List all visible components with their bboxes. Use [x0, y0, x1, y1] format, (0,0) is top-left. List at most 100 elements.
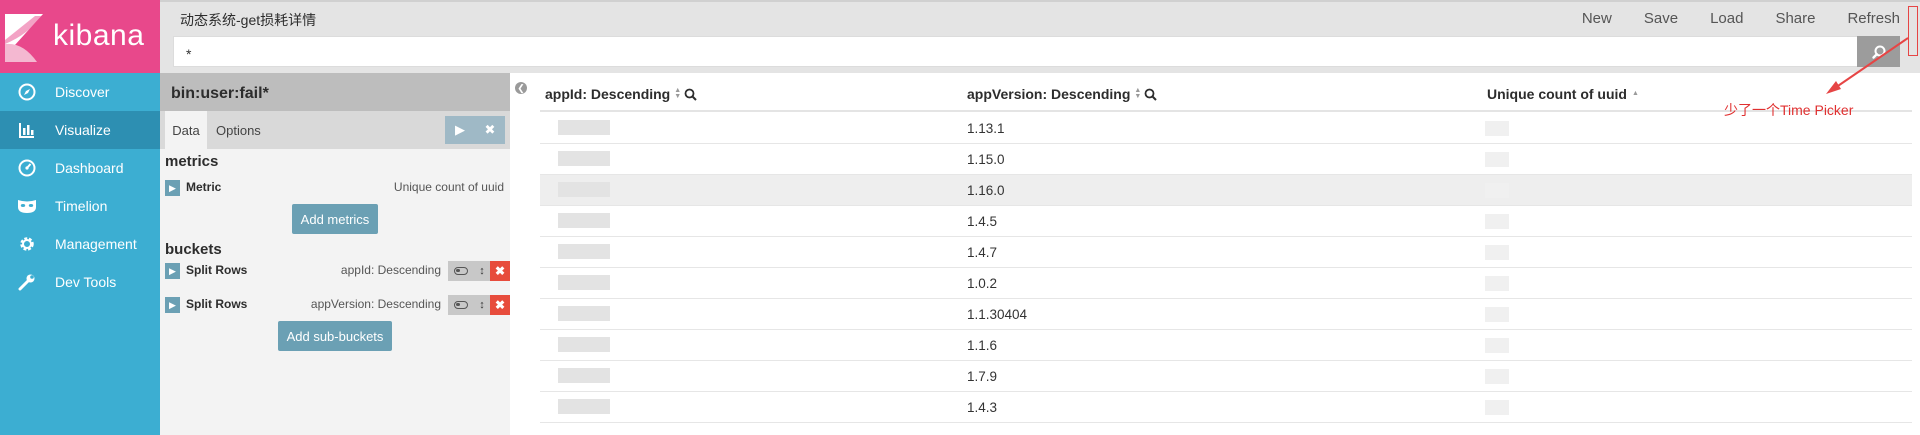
- appversion-cell: 1.1.30404: [967, 307, 1028, 322]
- count-cell-redacted: [1485, 338, 1509, 353]
- appversion-cell: 1.4.3: [967, 400, 998, 415]
- annotation-note: 少了一个Time Picker: [1724, 102, 1854, 118]
- mask-icon: [16, 195, 38, 217]
- table-row[interactable]: 1.16.0: [540, 175, 1912, 206]
- appid-cell-redacted: [558, 213, 610, 228]
- kibana-logo[interactable]: kibana: [0, 0, 160, 73]
- count-cell-redacted: [1485, 307, 1509, 322]
- nav-label: Dashboard: [55, 160, 124, 176]
- appversion-cell: 1.16.0: [967, 183, 1005, 198]
- add-sub-buckets-button[interactable]: Add sub-buckets: [278, 321, 392, 351]
- sort-icon[interactable]: ▲ ▼: [674, 87, 681, 100]
- table-row[interactable]: 1.1.30404: [540, 299, 1912, 330]
- table-header: appId: Descending ▲ ▼ appVersion: Descend…: [540, 82, 1912, 112]
- tab-options[interactable]: Options: [216, 111, 261, 149]
- kibana-logo-icon: [5, 14, 43, 62]
- bucket-controls: ↕ ✖: [448, 295, 510, 315]
- nav-label: Management: [55, 236, 137, 252]
- count-cell-redacted: [1485, 152, 1509, 167]
- query-input[interactable]: *: [173, 36, 1868, 67]
- caret-right-icon[interactable]: ▶: [165, 297, 180, 313]
- search-icon[interactable]: [1144, 88, 1158, 101]
- remove-button[interactable]: ✖: [490, 261, 510, 281]
- tab-data[interactable]: Data: [165, 111, 207, 149]
- vis-editor-sidebar: bin:user:fail* Data Options ▶ ✖ metrics …: [160, 73, 510, 435]
- table-row[interactable]: 1.4.3: [540, 392, 1912, 423]
- column-label: appId: Descending: [545, 86, 671, 102]
- drag-handle-icon[interactable]: ↕: [474, 295, 490, 315]
- column-header-unique-count[interactable]: Unique count of uuid ▲: [1487, 86, 1639, 102]
- bucket-label: Split Rows: [186, 297, 248, 311]
- nav-label: Discover: [55, 84, 110, 100]
- table-row[interactable]: 1.7.9: [540, 361, 1912, 392]
- count-cell-redacted: [1485, 245, 1509, 260]
- column-header-appid[interactable]: appId: Descending ▲ ▼: [545, 86, 697, 102]
- bucket-controls: ↕ ✖: [448, 261, 510, 281]
- table-row[interactable]: 1.0.2: [540, 268, 1912, 299]
- close-icon[interactable]: ✖: [475, 116, 505, 144]
- visualization-title: 动态系统-get损耗详情: [180, 12, 317, 28]
- add-metrics-button[interactable]: Add metrics: [292, 204, 378, 234]
- caret-right-icon[interactable]: ▶: [165, 180, 180, 196]
- search-icon[interactable]: [684, 88, 697, 101]
- caret-right-icon[interactable]: ▶: [165, 263, 180, 279]
- nav-dev-tools[interactable]: Dev Tools: [0, 263, 160, 301]
- bucket-agg-row[interactable]: ▶ Split Rows appVersion: Descending ↕ ✖: [165, 295, 510, 315]
- table-row[interactable]: 1.4.7: [540, 237, 1912, 268]
- appversion-cell: 1.0.2: [967, 276, 998, 291]
- refresh-button[interactable]: Refresh: [1847, 10, 1900, 27]
- appversion-cell: 1.4.5: [967, 214, 998, 229]
- table-row[interactable]: 1.1.6: [540, 330, 1912, 361]
- play-icon[interactable]: ▶: [445, 116, 475, 144]
- metric-description: Unique count of uuid: [393, 180, 504, 194]
- appid-cell-redacted: [558, 306, 610, 321]
- nav-visualize[interactable]: Visualize: [0, 111, 160, 149]
- collapse-sidebar-icon[interactable]: ❮: [515, 82, 527, 94]
- new-button[interactable]: New: [1582, 10, 1612, 27]
- sort-asc-icon[interactable]: ▲: [1632, 90, 1639, 97]
- bucket-agg-row[interactable]: ▶ Split Rows appId: Descending ↕ ✖: [165, 261, 510, 281]
- metric-label: Metric: [186, 180, 222, 194]
- nav-label: Timelion: [55, 198, 108, 214]
- appversion-cell: 1.15.0: [967, 152, 1005, 167]
- nav-discover[interactable]: Discover: [0, 73, 160, 111]
- appid-cell-redacted: [558, 120, 610, 135]
- nav-dashboard[interactable]: Dashboard: [0, 149, 160, 187]
- toggle-enabled-button[interactable]: [448, 261, 474, 281]
- count-cell-redacted: [1485, 121, 1509, 136]
- logo-text: kibana: [53, 19, 145, 52]
- metric-agg-row[interactable]: ▶ Metric Unique count of uuid: [165, 178, 510, 198]
- appversion-cell: 1.13.1: [967, 121, 1005, 136]
- query-text: *: [186, 46, 192, 62]
- sort-icon[interactable]: ▲ ▼: [1134, 87, 1141, 100]
- nav-management[interactable]: Management: [0, 225, 160, 263]
- appid-cell-redacted: [558, 368, 610, 383]
- drag-handle-icon[interactable]: ↕: [474, 261, 490, 281]
- table-row[interactable]: 1.15.0: [540, 144, 1912, 175]
- table-row[interactable]: 1.13.1: [540, 113, 1912, 144]
- toggle-enabled-button[interactable]: [448, 295, 474, 315]
- table-row[interactable]: 1.4.5: [540, 206, 1912, 237]
- count-cell-redacted: [1485, 214, 1509, 229]
- appid-cell-redacted: [558, 151, 610, 166]
- nav-timelion[interactable]: Timelion: [0, 187, 160, 225]
- load-button[interactable]: Load: [1710, 10, 1743, 27]
- count-cell-redacted: [1485, 183, 1509, 198]
- gauge-icon: [16, 157, 38, 179]
- bucket-description: appVersion: Descending: [310, 297, 441, 311]
- top-bar: 动态系统-get损耗详情 New Save Load Share Refresh…: [160, 0, 1920, 73]
- remove-button[interactable]: ✖: [490, 295, 510, 315]
- nav-label: Dev Tools: [55, 274, 117, 290]
- column-label: Unique count of uuid: [1487, 86, 1627, 102]
- column-label: appVersion: Descending: [967, 86, 1131, 102]
- index-pattern-title: bin:user:fail*: [160, 73, 510, 111]
- appversion-cell: 1.4.7: [967, 245, 998, 260]
- save-button[interactable]: Save: [1644, 10, 1678, 27]
- toggle-icon: [454, 301, 468, 309]
- appversion-cell: 1.7.9: [967, 369, 998, 384]
- count-cell-redacted: [1485, 276, 1509, 291]
- appid-cell-redacted: [558, 399, 610, 414]
- share-button[interactable]: Share: [1775, 10, 1815, 27]
- column-header-appversion[interactable]: appVersion: Descending ▲ ▼: [967, 86, 1158, 102]
- appid-cell-redacted: [558, 337, 610, 352]
